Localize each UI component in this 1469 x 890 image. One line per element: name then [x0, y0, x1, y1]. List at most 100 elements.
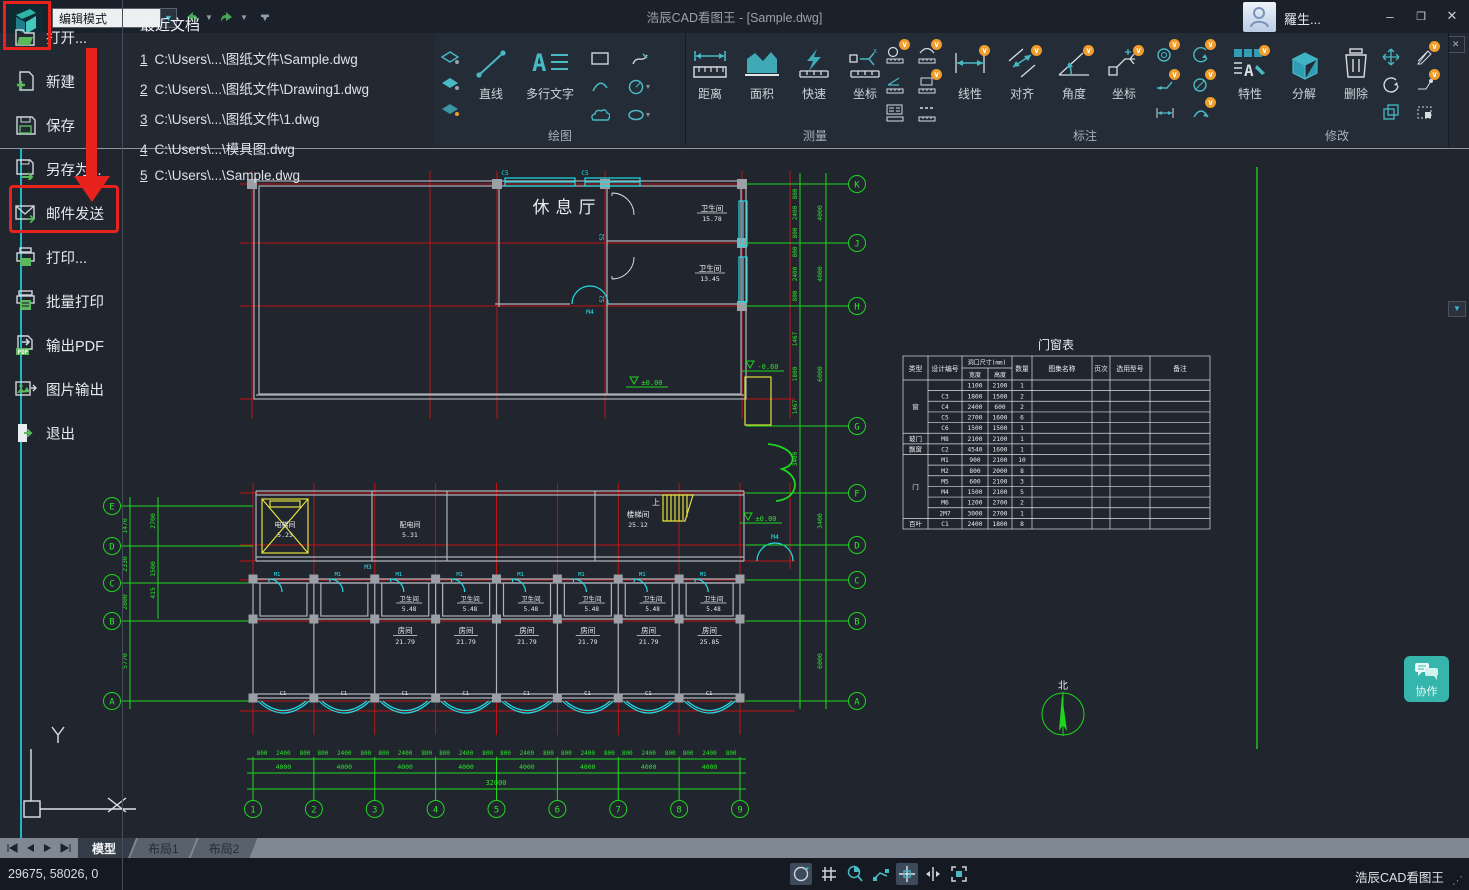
aligned-dim-button[interactable]: 对齐 ∨ — [998, 47, 1046, 119]
menu-item-export-pdf[interactable]: PDF 输出PDF — [6, 326, 118, 364]
properties-button[interactable]: A 特性 ∨ — [1226, 47, 1274, 119]
undo-dropdown[interactable]: ▼ — [203, 8, 215, 26]
mtext-button[interactable]: A 多行文字 — [519, 47, 581, 119]
menu-item-batch-print[interactable]: 批量打印 — [6, 282, 118, 320]
zoom-icon[interactable] — [844, 863, 866, 885]
orbit-icon[interactable] — [790, 863, 812, 885]
volume-measure-icon[interactable]: ∨ — [914, 73, 940, 97]
continuous-measure-icon[interactable] — [914, 101, 940, 125]
line-button[interactable]: 直线 — [467, 47, 515, 119]
ellipse-tool-icon[interactable] — [627, 103, 653, 127]
menu-item-save[interactable]: 保存 — [6, 106, 118, 144]
maximize-button[interactable]: ❒ — [1410, 6, 1432, 26]
svg-text:PDF: PDF — [18, 349, 29, 356]
prev-tab-icon[interactable] — [26, 843, 35, 853]
svg-text:6: 6 — [1020, 415, 1024, 422]
layer-state-icon[interactable] — [437, 97, 463, 121]
angle-measure-icon[interactable] — [882, 73, 908, 97]
angle-dim-button[interactable]: 角度 ∨ — [1050, 47, 1098, 119]
copy-icon[interactable] — [1378, 101, 1404, 125]
rotate-icon[interactable] — [1378, 73, 1404, 97]
svg-text:4000: 4000 — [816, 266, 824, 282]
doc-close-button[interactable]: ✕ — [1447, 37, 1464, 52]
svg-text:5.31: 5.31 — [402, 531, 418, 539]
identify-dim-icon[interactable]: ∨ — [1152, 43, 1178, 67]
svg-text:800: 800 — [665, 750, 676, 757]
user-avatar[interactable] — [1243, 2, 1276, 32]
grid-icon[interactable] — [818, 863, 840, 885]
move-icon[interactable] — [1378, 45, 1404, 69]
leader-dim-icon[interactable]: ∨ — [1152, 73, 1178, 97]
rectangle-tool-icon[interactable] — [587, 47, 613, 71]
coordinate-dim-button[interactable]: 坐标 ∨ — [1100, 47, 1148, 119]
recent-doc-5[interactable]: 5C:\Users\...\Sample.dwg — [140, 168, 300, 183]
layer-freeze-icon[interactable] — [437, 71, 463, 95]
close-button[interactable]: ✕ — [1441, 6, 1463, 26]
erase-button[interactable]: 删除 — [1332, 47, 1380, 119]
radius-measure-icon[interactable]: ∨ — [882, 43, 908, 67]
area-icon — [743, 47, 781, 81]
minimize-button[interactable]: – — [1379, 6, 1401, 26]
area-button[interactable]: 面积 — [738, 47, 786, 119]
svg-text:设计编号: 设计编号 — [931, 364, 958, 373]
recent-doc-3[interactable]: 3C:\Users\...\图纸文件\1.dwg — [140, 108, 320, 128]
edit-text-icon[interactable]: ∨ — [1412, 73, 1438, 97]
cad-floor-plan: C5 C5 S2 S2 M4 休息厅 卫生间 15.78 卫生间 13.45 — [0, 149, 1469, 839]
first-tab-icon[interactable] — [6, 843, 18, 853]
arc-tool-icon[interactable] — [587, 75, 613, 99]
new-file-icon — [14, 70, 38, 92]
user-name[interactable]: 羅生... — [1284, 9, 1321, 28]
resize-grip[interactable]: ⋰ — [1452, 874, 1463, 887]
tab-layout1[interactable]: 布局1 — [130, 838, 197, 858]
tab-layout2[interactable]: 布局2 — [191, 838, 258, 858]
diameter-dim-icon[interactable]: ∨ — [1188, 73, 1214, 97]
lineweight-icon[interactable] — [922, 863, 944, 885]
svg-text:1200: 1200 — [968, 500, 983, 507]
arc-length-measure-icon[interactable]: ∨ — [914, 43, 940, 67]
svg-text:B: B — [109, 618, 114, 628]
polyline-width-icon[interactable] — [870, 863, 892, 885]
collaborate-button[interactable]: 协作 — [1404, 656, 1449, 702]
column-marker — [736, 575, 745, 584]
svg-text:2400: 2400 — [641, 750, 656, 757]
svg-text:800: 800 — [500, 750, 511, 757]
last-tab-icon[interactable] — [60, 843, 72, 853]
svg-text:数量: 数量 — [1015, 364, 1029, 373]
recent-doc-1[interactable]: 1C:\Users\...\图纸文件\Sample.dwg — [140, 48, 358, 68]
drawing-canvas[interactable]: C5 C5 S2 S2 M4 休息厅 卫生间 15.78 卫生间 13.45 — [0, 148, 1469, 840]
layer-icon[interactable] — [437, 45, 463, 69]
quick-measure-button[interactable]: 快速 — [790, 47, 838, 119]
scroll-down-button[interactable]: ▼ — [1448, 301, 1466, 317]
selection-box-icon[interactable] — [1412, 101, 1438, 125]
menu-item-export-image[interactable]: 图片输出 — [6, 370, 118, 408]
distance-button[interactable]: 距离 — [686, 47, 734, 119]
svg-text:1: 1 — [250, 806, 255, 816]
svg-text:800: 800 — [257, 750, 268, 757]
fullscreen-icon[interactable] — [948, 863, 970, 885]
measure-list-icon[interactable] — [882, 101, 908, 125]
next-tab-icon[interactable] — [43, 843, 52, 853]
explode-button[interactable]: 分解 — [1280, 47, 1328, 119]
svg-text:4000: 4000 — [816, 205, 824, 221]
recent-doc-4[interactable]: 4C:\Users\...\模具图.dwg — [140, 138, 295, 158]
quick-dim-icon[interactable] — [1152, 101, 1178, 125]
menu-item-new[interactable]: 新建 — [6, 62, 118, 100]
arc-dim-icon[interactable]: ∨ — [1188, 101, 1214, 125]
match-properties-icon[interactable]: ∨ — [1412, 45, 1438, 69]
ribbon-group-modify: A 特性 ∨ 分解 删除 — [1226, 33, 1449, 146]
spline-tool-icon[interactable] — [627, 47, 653, 71]
recent-doc-2[interactable]: 2C:\Users\...\图纸文件\Drawing1.dwg — [140, 78, 369, 98]
table-title: 门窗表 — [1038, 337, 1074, 352]
tab-model[interactable]: 模型 — [78, 838, 136, 858]
redo-dropdown[interactable]: ▼ — [238, 8, 250, 26]
circle-tool-icon[interactable] — [627, 75, 653, 99]
quick-access-customize-button[interactable]: ▬▼ — [258, 8, 272, 26]
revision-cloud-icon[interactable] — [587, 103, 613, 127]
radius-dim-icon[interactable]: ∨ — [1188, 43, 1214, 67]
linear-dim-button[interactable]: 线性 ∨ — [946, 47, 994, 119]
object-snap-icon[interactable] — [896, 863, 918, 885]
menu-item-exit[interactable]: 退出 — [6, 414, 118, 452]
redo-button[interactable] — [218, 8, 236, 26]
svg-text:800: 800 — [792, 188, 799, 199]
menu-item-print[interactable]: 打印... — [6, 238, 118, 276]
